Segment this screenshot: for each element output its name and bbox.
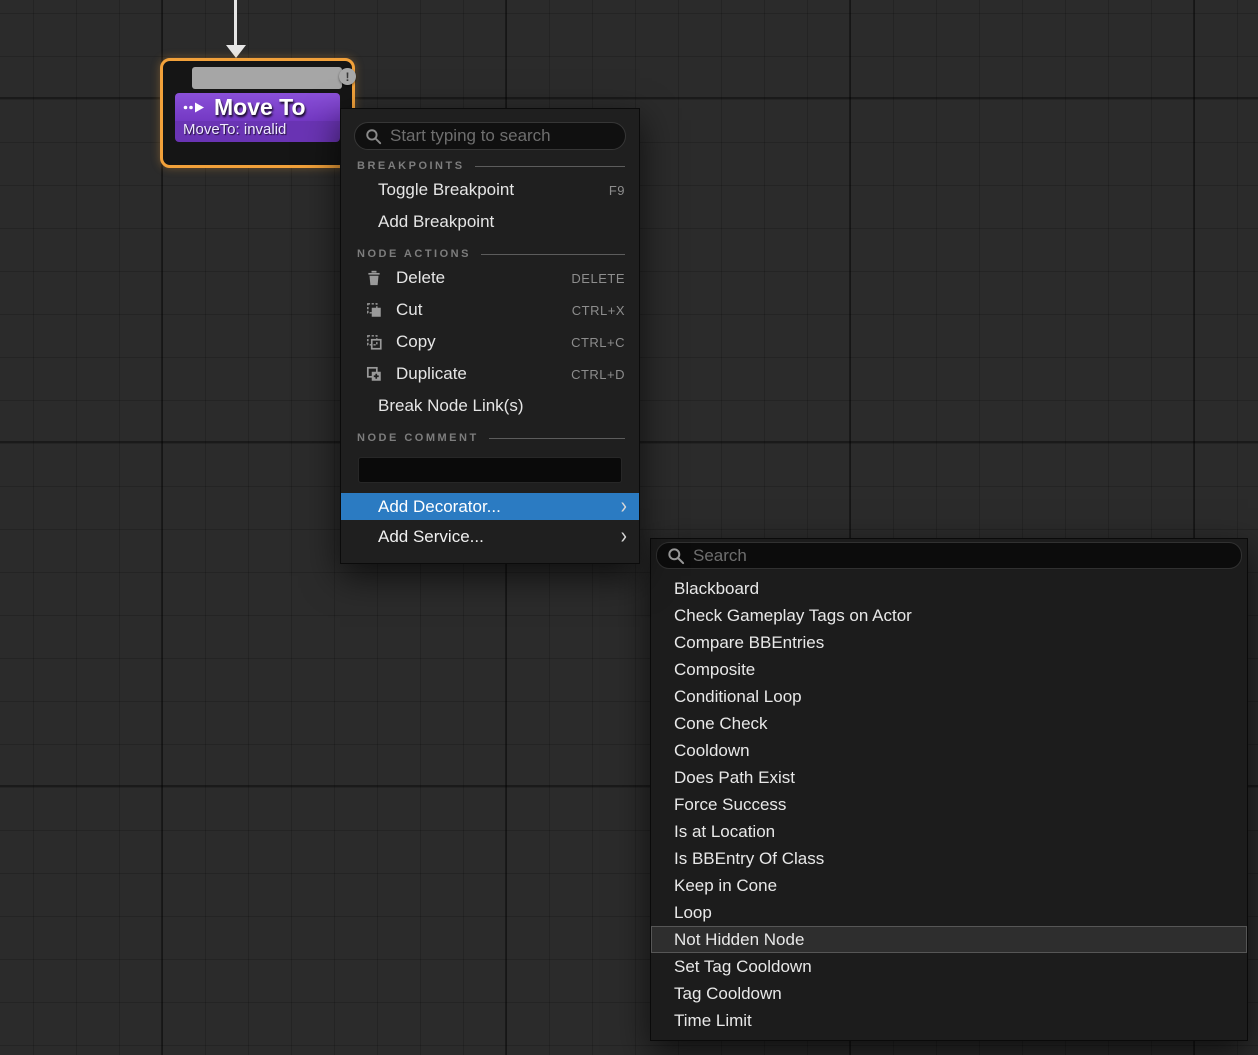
node-incoming-edge — [234, 0, 237, 47]
submenu-item[interactable]: Blackboard — [651, 575, 1247, 602]
submenu-item[interactable]: Tag Cooldown — [651, 980, 1247, 1007]
edge-arrowhead-icon — [226, 45, 246, 58]
node-context-menu: BREAKPOINTS Toggle Breakpoint F9 Add Bre… — [340, 108, 640, 564]
submenu-item[interactable]: Loop — [651, 899, 1247, 926]
shortcut-label: CTRL+X — [572, 303, 625, 318]
submenu-item[interactable]: Set Tag Cooldown — [651, 953, 1247, 980]
search-icon — [667, 547, 685, 565]
submenu-item[interactable]: Does Path Exist — [651, 764, 1247, 791]
submenu-item[interactable]: Compare BBEntries — [651, 629, 1247, 656]
menu-item-copy[interactable]: Copy CTRL+C — [341, 326, 639, 358]
shortcut-label: DELETE — [571, 271, 625, 286]
menu-item-add-decorator[interactable]: Add Decorator... › — [341, 493, 639, 520]
search-input[interactable] — [390, 126, 615, 146]
submenu-item[interactable]: Conditional Loop — [651, 683, 1247, 710]
submenu-search-input[interactable] — [693, 546, 1231, 566]
node-index-bar — [192, 67, 342, 89]
shortcut-label: F9 — [609, 183, 625, 198]
graph-canvas[interactable]: { "canvas": { "node": { "title": "Move T… — [0, 0, 1258, 1055]
section-header-node-actions: NODE ACTIONS — [357, 248, 625, 260]
move-to-node[interactable]: Move To MoveTo: invalid ! — [160, 58, 355, 168]
node-warning-badge: ! — [339, 68, 356, 85]
submenu-item[interactable]: Is BBEntry Of Class — [651, 845, 1247, 872]
submenu-item[interactable]: Force Success — [651, 791, 1247, 818]
duplicate-icon — [365, 365, 383, 383]
section-header-breakpoints: BREAKPOINTS — [357, 160, 625, 172]
decorator-list: Blackboard Check Gameplay Tags on Actor … — [651, 575, 1247, 1040]
menu-item-toggle-breakpoint[interactable]: Toggle Breakpoint F9 — [341, 174, 639, 206]
menu-item-cut[interactable]: Cut CTRL+X — [341, 294, 639, 326]
chevron-right-icon: › — [621, 525, 627, 548]
submenu-search[interactable] — [656, 542, 1242, 569]
copy-icon — [365, 333, 383, 351]
submenu-item[interactable]: Not Hidden Node — [651, 926, 1247, 953]
submenu-item[interactable]: Composite — [651, 656, 1247, 683]
move-to-icon — [183, 101, 207, 114]
context-menu-search[interactable] — [354, 122, 626, 150]
chevron-right-icon: › — [621, 495, 627, 518]
menu-item-break-node-links[interactable]: Break Node Link(s) — [341, 390, 639, 422]
submenu-item[interactable]: Time Limit — [651, 1007, 1247, 1034]
submenu-item[interactable]: Cone Check — [651, 710, 1247, 737]
cut-icon — [365, 301, 383, 319]
node-subtitle: MoveTo: invalid — [175, 121, 340, 142]
trash-icon — [365, 269, 383, 287]
node-title: Move To — [214, 94, 306, 121]
node-body: Move To MoveTo: invalid — [175, 93, 340, 142]
section-header-node-comment: NODE COMMENT — [357, 432, 625, 444]
menu-item-add-breakpoint[interactable]: Add Breakpoint — [341, 206, 639, 238]
node-header: Move To — [175, 93, 340, 121]
menu-item-add-service[interactable]: Add Service... › — [341, 523, 639, 550]
submenu-item[interactable]: Cooldown — [651, 737, 1247, 764]
menu-item-duplicate[interactable]: Duplicate CTRL+D — [341, 358, 639, 390]
submenu-item[interactable]: Keep in Cone — [651, 872, 1247, 899]
submenu-item[interactable]: Is at Location — [651, 818, 1247, 845]
add-decorator-submenu: Blackboard Check Gameplay Tags on Actor … — [650, 538, 1248, 1041]
node-comment-input[interactable] — [358, 457, 622, 483]
menu-item-delete[interactable]: Delete DELETE — [341, 262, 639, 294]
shortcut-label: CTRL+D — [571, 367, 625, 382]
submenu-item[interactable]: Check Gameplay Tags on Actor — [651, 602, 1247, 629]
shortcut-label: CTRL+C — [571, 335, 625, 350]
search-icon — [365, 128, 382, 145]
